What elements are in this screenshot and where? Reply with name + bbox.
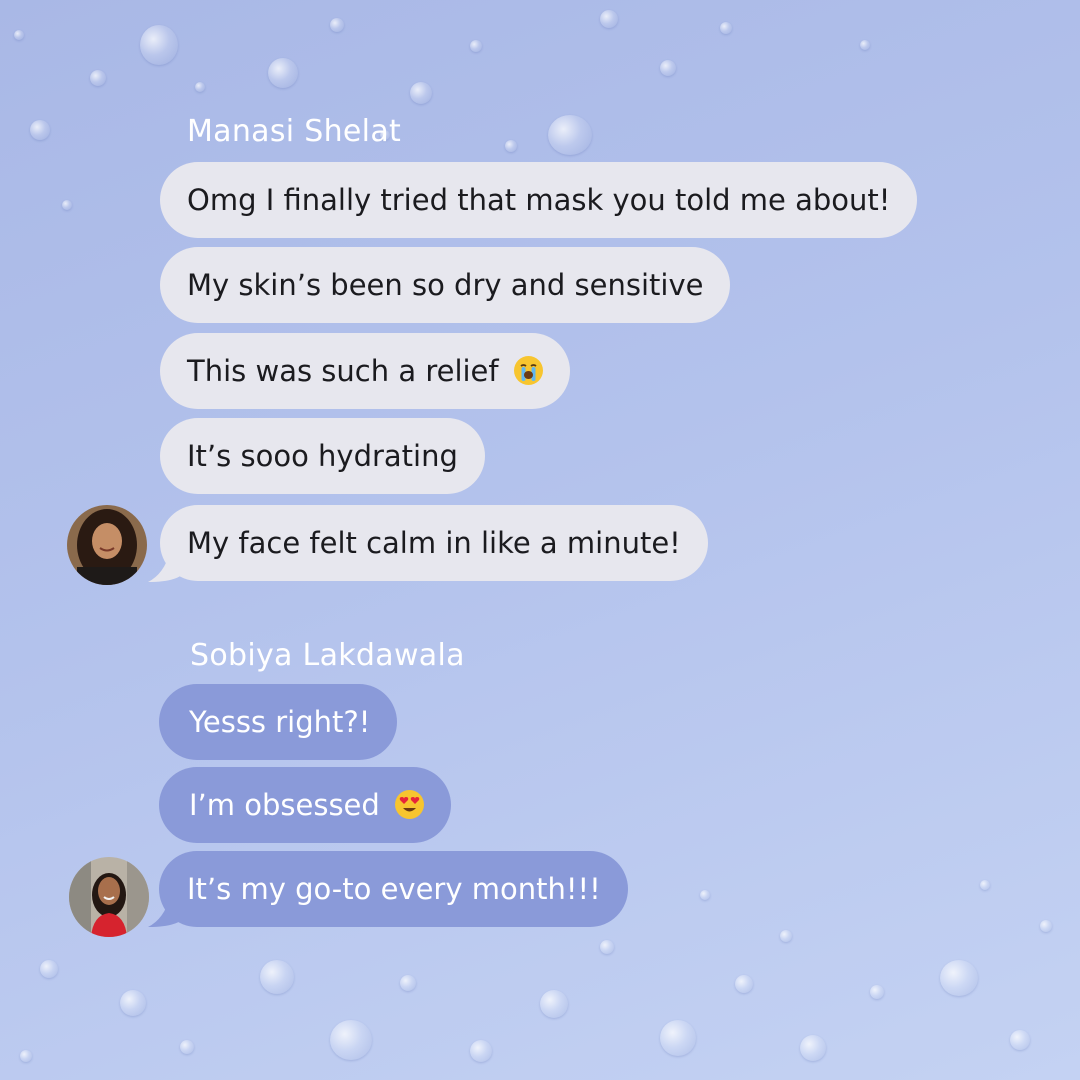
sender-name-manasi: Manasi Shelat: [187, 114, 402, 149]
heart-eyes-emoji: [395, 790, 425, 819]
avatar-sobiya[interactable]: [69, 857, 149, 937]
bubble-tail: [148, 552, 186, 582]
bubble-tail: [148, 897, 186, 927]
avatar-manasi[interactable]: [67, 505, 147, 585]
message-bubble[interactable]: It’s sooo hydrating: [160, 418, 485, 494]
message-text: It’s my go-to every month!!!: [187, 872, 601, 906]
loudly-crying-face-emoji: [513, 356, 543, 385]
message-text: My face felt calm in like a minute!: [187, 526, 681, 560]
message-text: This was such a relief: [187, 354, 499, 388]
message-text: My skin’s been so dry and sensitive: [187, 268, 704, 302]
message-text: I’m obsessed: [189, 788, 380, 822]
message-text: Omg I finally tried that mask you told m…: [187, 183, 891, 217]
sender-name-sobiya: Sobiya Lakdawala: [190, 638, 465, 673]
message-text: Yesss right?!: [189, 705, 371, 739]
message-bubble[interactable]: My face felt calm in like a minute!: [160, 505, 708, 581]
message-bubble[interactable]: Omg I finally tried that mask you told m…: [160, 162, 918, 238]
message-bubble[interactable]: My skin’s been so dry and sensitive: [160, 247, 731, 323]
message-bubble[interactable]: It’s my go-to every month!!!: [159, 851, 628, 927]
message-bubble[interactable]: This was such a relief: [160, 333, 570, 409]
message-text: It’s sooo hydrating: [187, 439, 458, 473]
message-bubble[interactable]: I’m obsessed: [159, 767, 452, 843]
message-bubble[interactable]: Yesss right?!: [159, 684, 398, 760]
